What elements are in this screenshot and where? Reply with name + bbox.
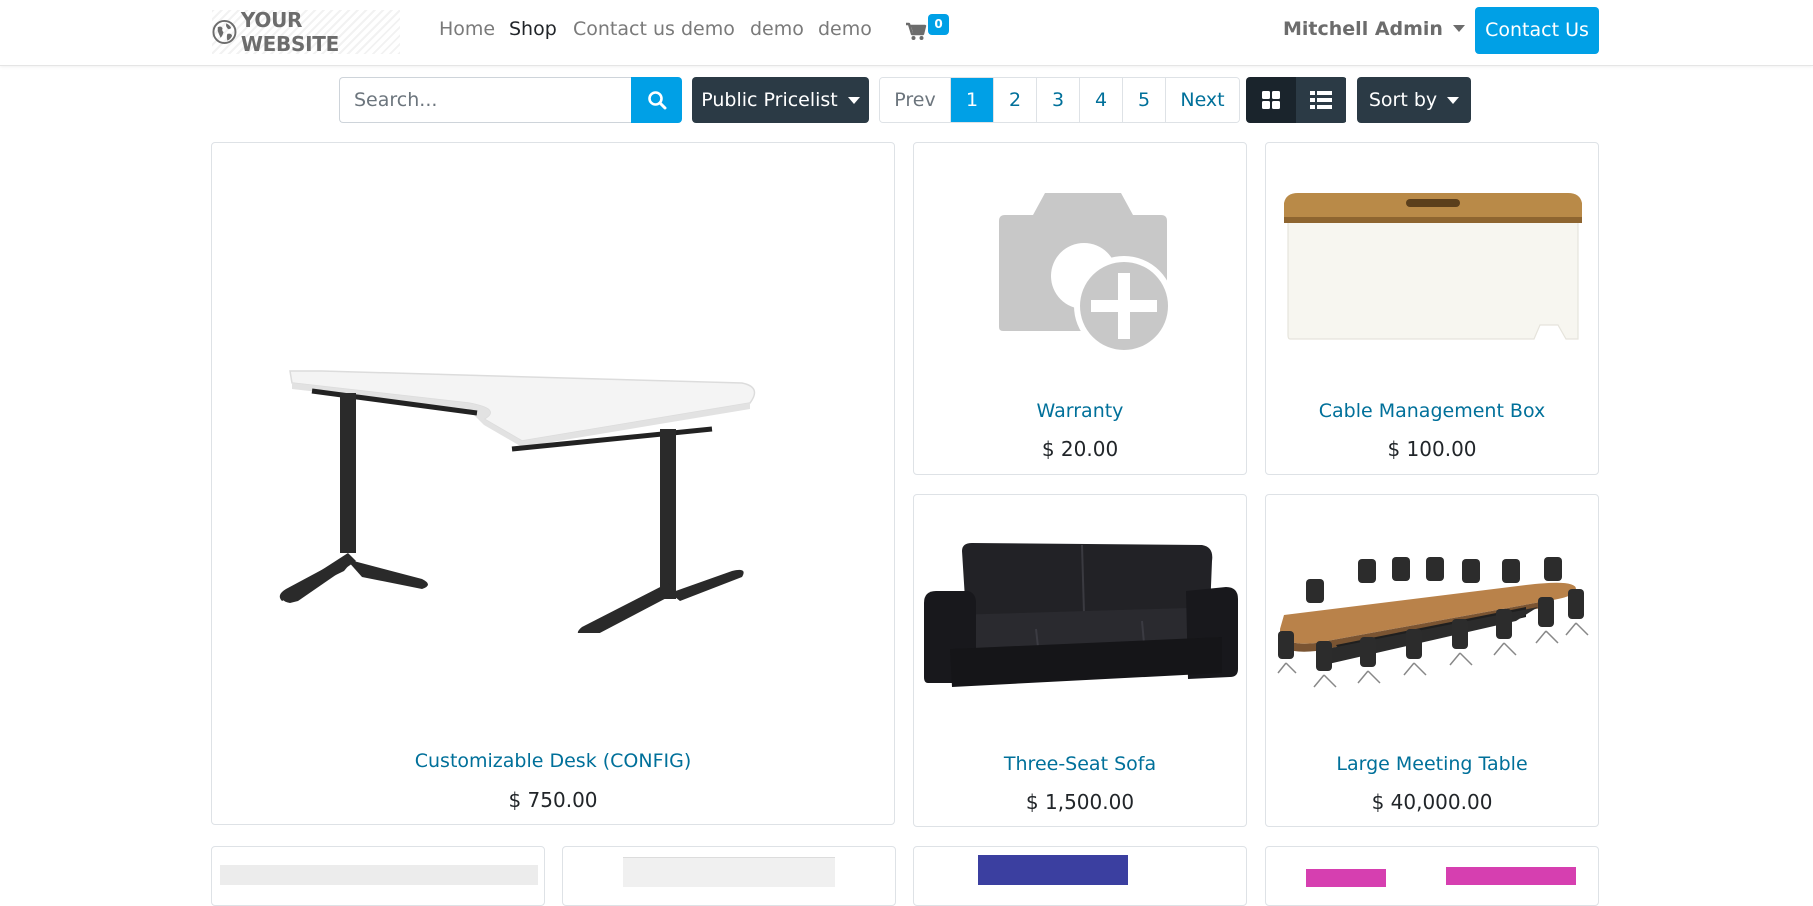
view-toggle [1246, 77, 1347, 123]
product-name[interactable]: Three-Seat Sofa [914, 753, 1246, 775]
sort-label: Sort by [1368, 89, 1438, 111]
product-price: $ 100.00 [1387, 437, 1477, 461]
globe-icon [212, 20, 237, 44]
user-name: Mitchell Admin [1283, 18, 1443, 40]
pager-page-2[interactable]: 2 [993, 78, 1036, 122]
pager-page-4[interactable]: 4 [1079, 78, 1122, 122]
product-card-partial-2[interactable] [562, 846, 896, 906]
pricelist-dropdown[interactable]: Public Pricelist [692, 77, 869, 123]
product-card-large-meeting-table[interactable]: Large Meeting Table $ 40,000.00 [1265, 494, 1599, 827]
pager-page-3[interactable]: 3 [1036, 78, 1079, 122]
logo-text: YOUR WEBSITE [240, 8, 339, 56]
user-menu[interactable]: Mitchell Admin [1283, 18, 1465, 40]
pricelist-label: Public Pricelist [701, 89, 838, 111]
product-card-partial-1[interactable] [211, 846, 545, 906]
product-image-cable-box [1284, 193, 1582, 340]
product-name[interactable]: Cable Management Box [1266, 400, 1598, 422]
product-image-partial [1446, 867, 1576, 885]
nav-contact-us[interactable]: Contact us [573, 18, 675, 40]
chevron-down-icon [1447, 96, 1460, 104]
nav-demo-2[interactable]: demo [750, 18, 804, 40]
product-card-customizable-desk[interactable]: Customizable Desk (CONFIG) $ 750.00 [211, 142, 895, 825]
product-card-partial-4[interactable] [1265, 846, 1599, 906]
pager-page-1[interactable]: 1 [950, 78, 993, 122]
product-price: $ 40,000.00 [1371, 790, 1493, 814]
chevron-down-icon [1452, 25, 1465, 32]
cart-count-badge: 0 [928, 14, 949, 35]
product-price: $ 750.00 [508, 788, 598, 812]
product-card-partial-3[interactable] [913, 846, 1247, 906]
product-image-partial [1306, 869, 1386, 887]
search-icon [647, 91, 666, 110]
grid-view-button[interactable] [1246, 77, 1296, 123]
product-card-cable-box[interactable]: Cable Management Box $ 100.00 [1265, 142, 1599, 475]
product-image-partial [623, 857, 835, 887]
grid-icon [1262, 91, 1280, 109]
product-card-three-seat-sofa[interactable]: Three-Seat Sofa $ 1,500.00 [913, 494, 1247, 827]
product-name[interactable]: Large Meeting Table [1266, 753, 1598, 775]
product-image-meeting-table [1277, 557, 1589, 688]
product-image-desk [279, 370, 756, 633]
sort-by-dropdown[interactable]: Sort by [1357, 77, 1471, 123]
pagination: Prev 1 2 3 4 5 Next [879, 77, 1240, 123]
shopping-cart-icon[interactable] [905, 18, 927, 42]
nav-shop[interactable]: Shop [509, 18, 557, 40]
product-price: $ 20.00 [1041, 437, 1119, 461]
pager-next[interactable]: Next [1165, 78, 1239, 122]
product-card-warranty[interactable]: Warranty $ 20.00 [913, 142, 1247, 475]
product-image-partial [978, 855, 1128, 885]
list-icon [1310, 91, 1332, 109]
search-input[interactable] [339, 77, 633, 123]
pager-page-5[interactable]: 5 [1122, 78, 1165, 122]
product-name[interactable]: Warranty [914, 400, 1246, 422]
nav-demo-1[interactable]: demo [681, 18, 735, 40]
product-image-sofa [924, 543, 1238, 687]
product-price: $ 1,500.00 [1025, 790, 1135, 814]
pager-prev[interactable]: Prev [880, 78, 950, 122]
product-image-partial [220, 865, 538, 885]
nav-demo-3[interactable]: demo [818, 18, 872, 40]
product-name[interactable]: Customizable Desk (CONFIG) [212, 750, 894, 772]
site-logo[interactable]: YOUR WEBSITE [212, 8, 400, 56]
top-navbar: YOUR WEBSITE Home Shop Contact us demo d… [0, 0, 1813, 66]
nav-home[interactable]: Home [439, 18, 495, 40]
contact-us-button[interactable]: Contact Us [1475, 7, 1599, 54]
search-button[interactable] [631, 77, 682, 123]
camera-placeholder-icon [999, 193, 1174, 356]
list-view-button[interactable] [1296, 77, 1346, 123]
chevron-down-icon [847, 96, 860, 104]
